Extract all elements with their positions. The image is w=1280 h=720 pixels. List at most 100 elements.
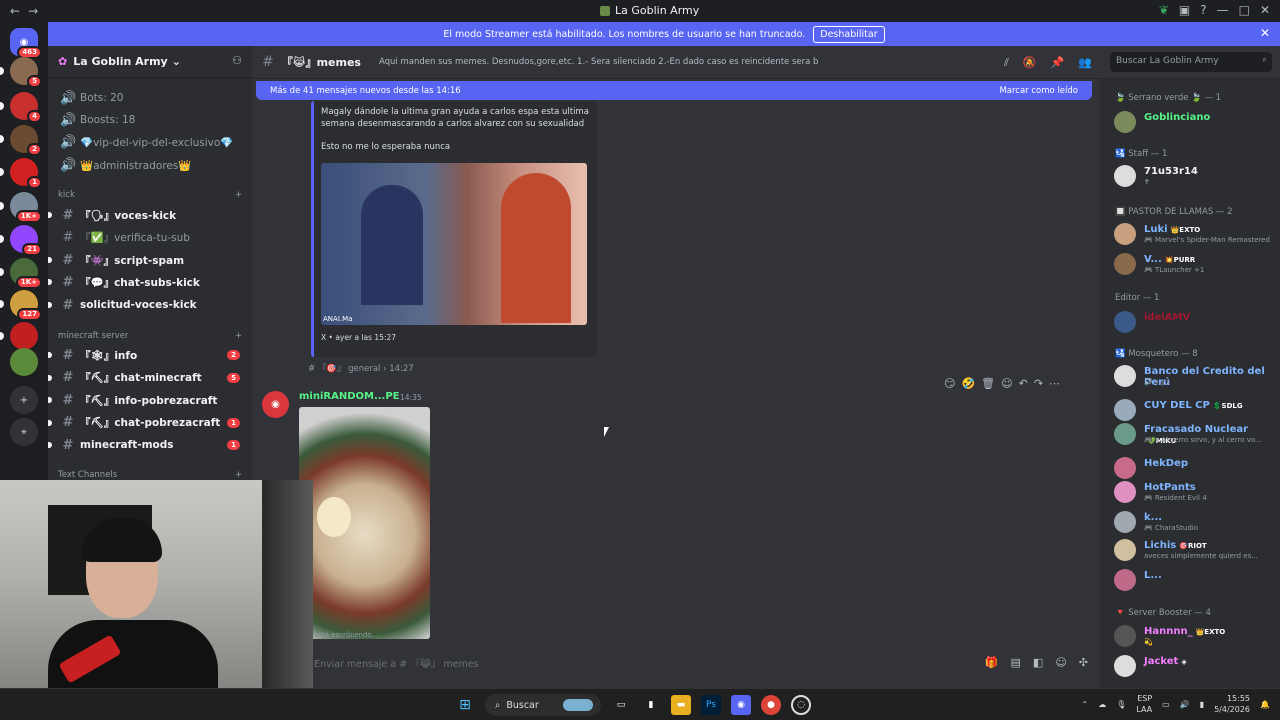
pinned-icon[interactable]: 📌 (1051, 56, 1065, 70)
discord-taskbar-icon[interactable]: ◉ (731, 695, 751, 715)
mark-read-button[interactable]: Marcar como leído (999, 86, 1078, 96)
server-icon[interactable]: ◉ 463 (10, 28, 42, 59)
network-icon[interactable]: ▭ (1162, 700, 1170, 709)
threads-icon[interactable]: ⫽ (1004, 56, 1009, 70)
server-icon[interactable]: 4 (10, 92, 42, 123)
server-icon[interactable]: 21 (10, 225, 42, 256)
reaction-1-icon[interactable]: 😏 (944, 377, 955, 390)
taskbar-search[interactable]: ⌕ Buscar (485, 694, 601, 716)
language-indicator[interactable]: ESP LAA (1136, 693, 1152, 715)
server-icon[interactable]: 2 (10, 125, 42, 156)
discover-icon[interactable]: ⌖ (10, 418, 38, 446)
message-input[interactable]: Enviar mensaje a # 『😹』 memes 🎁 ▤ ◧ ☺ ✣ (314, 651, 1094, 675)
server-header[interactable]: ✿ La Goblin Army ⌄ ⚇ (48, 46, 252, 78)
member-item[interactable]: V... 💥PURR 🎮 TLauncher +1 (1114, 253, 1280, 277)
sticker-icon[interactable]: ◧ (1033, 656, 1043, 669)
channel-item[interactable]: 🔊 👑administradores👑 (48, 155, 252, 175)
help-icon[interactable]: ? (1200, 3, 1206, 17)
chrome-icon[interactable]: ● (761, 695, 781, 715)
notification-icon[interactable]: 🔔 (1260, 700, 1270, 709)
channel-item[interactable]: 🔊 💎vip-del-vip-del-exclusivo💎 (48, 132, 252, 152)
add-channel-icon[interactable]: + (235, 190, 242, 200)
server-icon[interactable]: 1K+ (10, 258, 42, 289)
clock[interactable]: 15:55 5/4/2026 (1214, 693, 1250, 715)
reaction-3-icon[interactable]: 🗑 (981, 377, 995, 390)
channel-item[interactable]: 🔊 Bots: 20 (48, 88, 252, 108)
task-view-icon[interactable]: ▭ (611, 695, 631, 715)
mic-icon[interactable]: 🎙 (1116, 700, 1126, 709)
battery-icon[interactable]: ▮ (1200, 700, 1204, 709)
gif-icon[interactable]: ▤ (1011, 656, 1021, 669)
server-icon[interactable] (10, 322, 38, 350)
member-item[interactable]: k... 🎮 CharaStudio (1114, 511, 1280, 535)
channel-item[interactable]: 🔊 Boosts: 18 (48, 110, 252, 130)
disable-streamer-button[interactable]: Deshabilitar (813, 25, 885, 43)
channel-item[interactable]: # 『🗣』voces-kick (48, 205, 252, 225)
server-icon[interactable]: 1K+ (10, 192, 42, 223)
server-icon[interactable]: 127 (10, 290, 42, 321)
apps-icon[interactable]: ✣ (1079, 656, 1088, 669)
member-item[interactable]: Lichis 🎯RIOT aveces simplemente quierd es.… (1114, 539, 1280, 563)
reply-icon[interactable]: ↶ (1019, 377, 1028, 390)
inbox-icon[interactable]: ▣ (1179, 3, 1190, 17)
channel-item[interactable]: # minecraft-mods 1 (48, 435, 252, 455)
nitro-leaf-icon[interactable]: ❦ (1159, 3, 1169, 17)
add-server-icon[interactable]: + (10, 386, 38, 414)
member-item[interactable]: Banco del Credito del Perú 🔊 • 𝔃 𝓼 (1114, 365, 1280, 389)
channel-item[interactable]: # 『🕸』info 2 (48, 345, 252, 365)
emoji-icon[interactable]: ☺ (1055, 656, 1066, 669)
forward-icon[interactable]: ↷ (1034, 377, 1043, 390)
channel-item[interactable]: # solicitud-voces-kick (48, 295, 252, 315)
server-icon[interactable] (10, 348, 38, 376)
gift-icon[interactable]: 🎁 (985, 656, 999, 669)
windows-start-icon[interactable]: ⊞ (455, 695, 475, 715)
server-icon[interactable]: 5 (10, 57, 42, 88)
add-channel-icon[interactable]: + (235, 470, 242, 480)
more-icon[interactable]: ⋯ (1049, 377, 1060, 390)
channel-item[interactable]: # 『⛏』info-pobrezacraft (48, 390, 252, 410)
minimize-button[interactable]: — (1217, 3, 1229, 17)
close-window-button[interactable]: ✕ (1260, 3, 1270, 17)
reply-reference[interactable]: # 『🎯』 general › 14:27 (308, 362, 414, 374)
member-item[interactable]: Fracasado Nuclear💚MIKU 🎮 • Al cerro sirvo… (1114, 423, 1280, 447)
volume-icon[interactable]: 🔊 (1180, 700, 1190, 709)
member-item[interactable]: CUY DEL CP 💲SDLG (1114, 399, 1280, 423)
embed-image[interactable]: ANAI.Ma (321, 163, 587, 325)
close-banner-icon[interactable]: ✕ (1260, 26, 1270, 40)
channel-item[interactable]: # 『👾』script-spam (48, 250, 252, 270)
member-item[interactable]: HotPants 🎮 Resident Evil 4 (1114, 481, 1280, 505)
category-header[interactable]: Text Channels + (58, 470, 242, 480)
member-item[interactable]: Jacket ◈ (1114, 655, 1280, 679)
channel-item[interactable]: # 『⛏』chat-minecraft 5 (48, 368, 252, 388)
new-messages-bar[interactable]: Más de 41 mensajes nuevos desde las 14:1… (256, 81, 1092, 100)
add-reaction-icon[interactable]: ☺ (1001, 377, 1012, 390)
chevron-up-icon[interactable]: ⌃ (1081, 700, 1088, 709)
tray-app-icon[interactable]: ☁ (1098, 700, 1106, 709)
member-item[interactable]: Goblinciano (1114, 111, 1280, 135)
photoshop-icon[interactable]: Ps (701, 695, 721, 715)
member-item[interactable]: L... (1114, 569, 1280, 593)
member-item[interactable]: HekDep (1114, 457, 1280, 481)
channel-item[interactable]: # 『⛏』chat-pobrezacraft 1 (48, 413, 252, 433)
file-explorer-icon[interactable]: ▬ (671, 695, 691, 715)
channel-item[interactable]: # 『💬』chat-subs-kick (48, 272, 252, 292)
message-author[interactable]: miniRANDOM...PE (299, 391, 400, 402)
app-icon[interactable]: ▮ (641, 695, 661, 715)
member-item[interactable]: idelAMV (1114, 311, 1280, 335)
discord-avatar-icon[interactable]: ◉ (262, 391, 289, 418)
member-item[interactable]: Luki 👑EXTO 🎮 Marvel's Spider-Man Remastere… (1114, 223, 1280, 247)
ramen-photo[interactable] (299, 407, 430, 639)
search-input[interactable]: Buscar La Goblin Army ⌕ (1110, 52, 1272, 72)
member-item[interactable]: Hannnn_ 👑EXTO 💫 (1114, 625, 1280, 649)
maximize-button[interactable]: □ (1239, 3, 1250, 17)
notification-bell-icon[interactable]: 🔕 (1023, 56, 1037, 70)
invite-people-icon[interactable]: ⚇ (232, 54, 242, 67)
category-header[interactable]: kick + (58, 190, 242, 200)
server-icon[interactable]: 1 (10, 158, 42, 189)
category-header[interactable]: minecraft server + (58, 331, 242, 341)
obs-icon[interactable]: ◌ (791, 695, 811, 715)
forward-arrow-icon[interactable]: → (28, 4, 38, 18)
member-item[interactable]: 71u53r14 ✝ (1114, 165, 1280, 189)
reaction-2-icon[interactable]: 🤣 (961, 377, 975, 390)
channel-topic[interactable]: Aqui manden sus memes. Desnudos,gore,etc… (379, 57, 819, 67)
